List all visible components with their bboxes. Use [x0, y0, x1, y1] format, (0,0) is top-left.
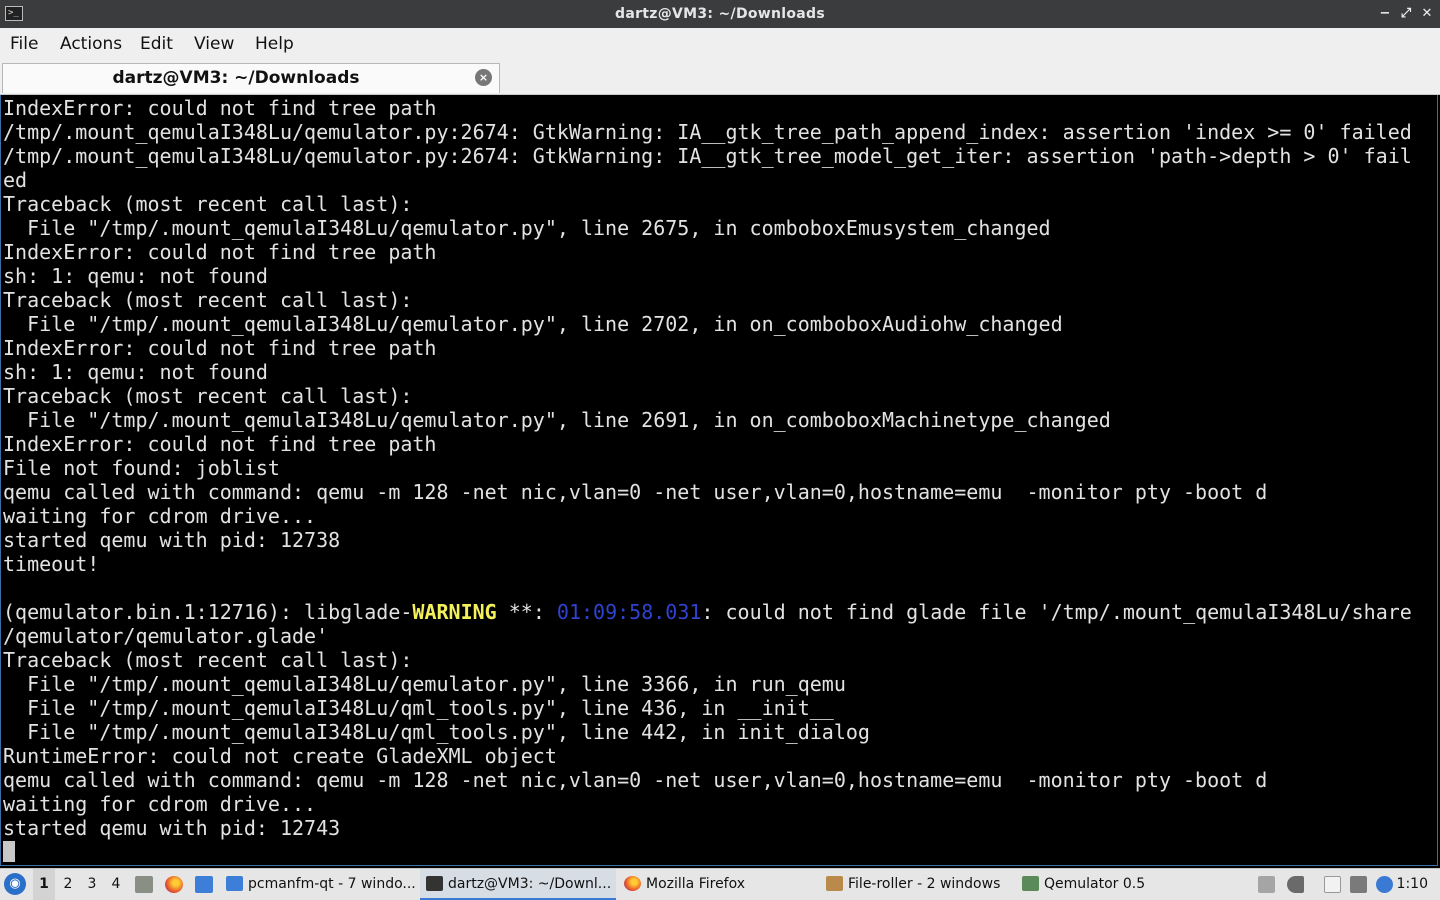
terminal-cursor — [3, 841, 15, 862]
menu-file[interactable]: File — [10, 28, 38, 60]
terminal-icon — [426, 876, 443, 891]
taskbar: ◉ 1 2 3 4 pcmanfm-qt - 7 windo... dartz@… — [0, 868, 1440, 900]
tab-label: dartz@VM3: ~/Downloads — [112, 68, 360, 88]
task-label: dartz@VM3: ~/Downl... — [448, 876, 612, 892]
terminal-line: /tmp/.mount_qemulaI348Lu/qemulator.py:26… — [3, 120, 1412, 144]
task-label: Qemulator 0.5 — [1044, 876, 1146, 892]
window-title: dartz@VM3: ~/Downloads — [615, 6, 825, 22]
terminal-prompt-line[interactable] — [1, 840, 1437, 864]
task-label: pcmanfm-qt - 7 windo... — [248, 876, 416, 892]
menu-help[interactable]: Help — [255, 28, 294, 60]
window-titlebar[interactable]: >_ dartz@VM3: ~/Downloads − ⤢ ✕ — [0, 0, 1440, 28]
terminal-line-warning: (qemulator.bin.1:12716): libglade-WARNIN… — [1, 600, 1437, 624]
menu-edit[interactable]: Edit — [140, 28, 173, 60]
task-file-roller[interactable]: File-roller - 2 windows — [826, 869, 1016, 900]
terminal-line: qemu called with command: qemu -m 128 -n… — [3, 480, 1268, 504]
terminal-line: File "/tmp/.mount_qemulaI348Lu/qemulator… — [3, 672, 846, 696]
terminal-line: File not found: joblist — [3, 456, 280, 480]
notification-icon[interactable] — [1376, 876, 1393, 893]
task-terminal[interactable]: dartz@VM3: ~/Downl... — [420, 869, 616, 900]
minimize-icon[interactable]: − — [1376, 5, 1394, 23]
terminal-line: sh: 1: qemu: not found — [3, 264, 268, 288]
maximize-icon[interactable]: ⤢ — [1397, 5, 1415, 23]
firefox-launcher-icon[interactable] — [165, 876, 183, 893]
terminal-line: File "/tmp/.mount_qemulaI348Lu/qemulator… — [3, 216, 1051, 240]
warning-message: : could not find glade file '/tmp/.mount… — [701, 600, 1412, 624]
task-firefox[interactable]: Mozilla Firefox — [624, 869, 814, 900]
warning-separator: **: — [496, 600, 557, 624]
terminal-output[interactable]: IndexError: could not find tree path/tmp… — [0, 95, 1438, 866]
terminal-line: Traceback (most recent call last): — [3, 648, 413, 672]
volume-icon[interactable] — [1287, 876, 1304, 893]
clock: 1:10 — [1396, 876, 1428, 892]
task-pcmanfm[interactable]: pcmanfm-qt - 7 windo... — [226, 869, 416, 900]
terminal-line: IndexError: could not find tree path — [3, 240, 437, 264]
desktop-2-button[interactable]: 2 — [57, 869, 79, 900]
battery-icon[interactable] — [1258, 876, 1275, 893]
clipboard-icon[interactable] — [1324, 876, 1341, 893]
terminal-line: started qemu with pid: 12743 — [3, 816, 341, 840]
terminal-line: waiting for cdrom drive... — [3, 504, 317, 528]
show-desktop-icon[interactable] — [135, 876, 153, 893]
terminal-line: /qemulator/qemulator.glade' — [3, 624, 329, 648]
archive-icon — [826, 876, 843, 891]
terminal-line: waiting for cdrom drive... — [3, 792, 317, 816]
qemulator-icon — [1022, 876, 1039, 891]
task-qemulator[interactable]: Qemulator 0.5 — [1022, 869, 1212, 900]
terminal-line: IndexError: could not find tree path — [3, 336, 437, 360]
terminal-line: Traceback (most recent call last): — [3, 384, 413, 408]
task-label: File-roller - 2 windows — [848, 876, 1001, 892]
warning-prefix: (qemulator.bin.1:12716): libglade- — [3, 600, 413, 624]
menu-bar: File Actions Edit View Help — [0, 28, 1440, 60]
warning-timestamp: 01:09:58.031 — [556, 600, 702, 624]
menu-view[interactable]: View — [194, 28, 234, 60]
firefox-icon — [624, 876, 641, 891]
terminal-line: File "/tmp/.mount_qemulaI348Lu/qemulator… — [3, 312, 1063, 336]
tab-terminal[interactable]: dartz@VM3: ~/Downloads × — [2, 63, 500, 93]
close-icon[interactable]: ✕ — [1418, 5, 1436, 23]
terminal-line: File "/tmp/.mount_qemulaI348Lu/qemulator… — [3, 408, 1111, 432]
folder-icon — [226, 876, 243, 891]
terminal-line: qemu called with command: qemu -m 128 -n… — [3, 768, 1268, 792]
task-label: Mozilla Firefox — [646, 876, 746, 892]
terminal-line: Traceback (most recent call last): — [3, 288, 413, 312]
terminal-line: File "/tmp/.mount_qemulaI348Lu/qml_tools… — [3, 696, 834, 720]
tab-bar: dartz@VM3: ~/Downloads × — [0, 60, 1440, 95]
menu-actions[interactable]: Actions — [60, 28, 122, 60]
terminal-line: IndexError: could not find tree path — [3, 96, 437, 120]
terminal-line: sh: 1: qemu: not found — [3, 360, 268, 384]
terminal-line: File "/tmp/.mount_qemulaI348Lu/qml_tools… — [3, 720, 870, 744]
desktop-4-button[interactable]: 4 — [105, 869, 127, 900]
terminal-line: RuntimeError: could not create GladeXML … — [3, 744, 557, 768]
terminal-line: started qemu with pid: 12738 — [3, 528, 341, 552]
start-menu-icon[interactable]: ◉ — [4, 873, 26, 895]
terminal-line: timeout! — [3, 552, 100, 576]
desktop-1-button[interactable]: 1 — [33, 869, 55, 900]
terminal-line: /tmp/.mount_qemulaI348Lu/qemulator.py:26… — [3, 144, 1412, 168]
terminal-line: IndexError: could not find tree path — [3, 432, 437, 456]
terminal-line: ed — [3, 168, 28, 192]
network-icon[interactable] — [1350, 876, 1367, 893]
terminal-line: Traceback (most recent call last): — [3, 192, 413, 216]
warning-level: WARNING — [412, 600, 497, 624]
tab-close-icon[interactable]: × — [475, 69, 492, 86]
desktop-3-button[interactable]: 3 — [81, 869, 103, 900]
file-manager-launcher-icon[interactable] — [195, 876, 213, 893]
